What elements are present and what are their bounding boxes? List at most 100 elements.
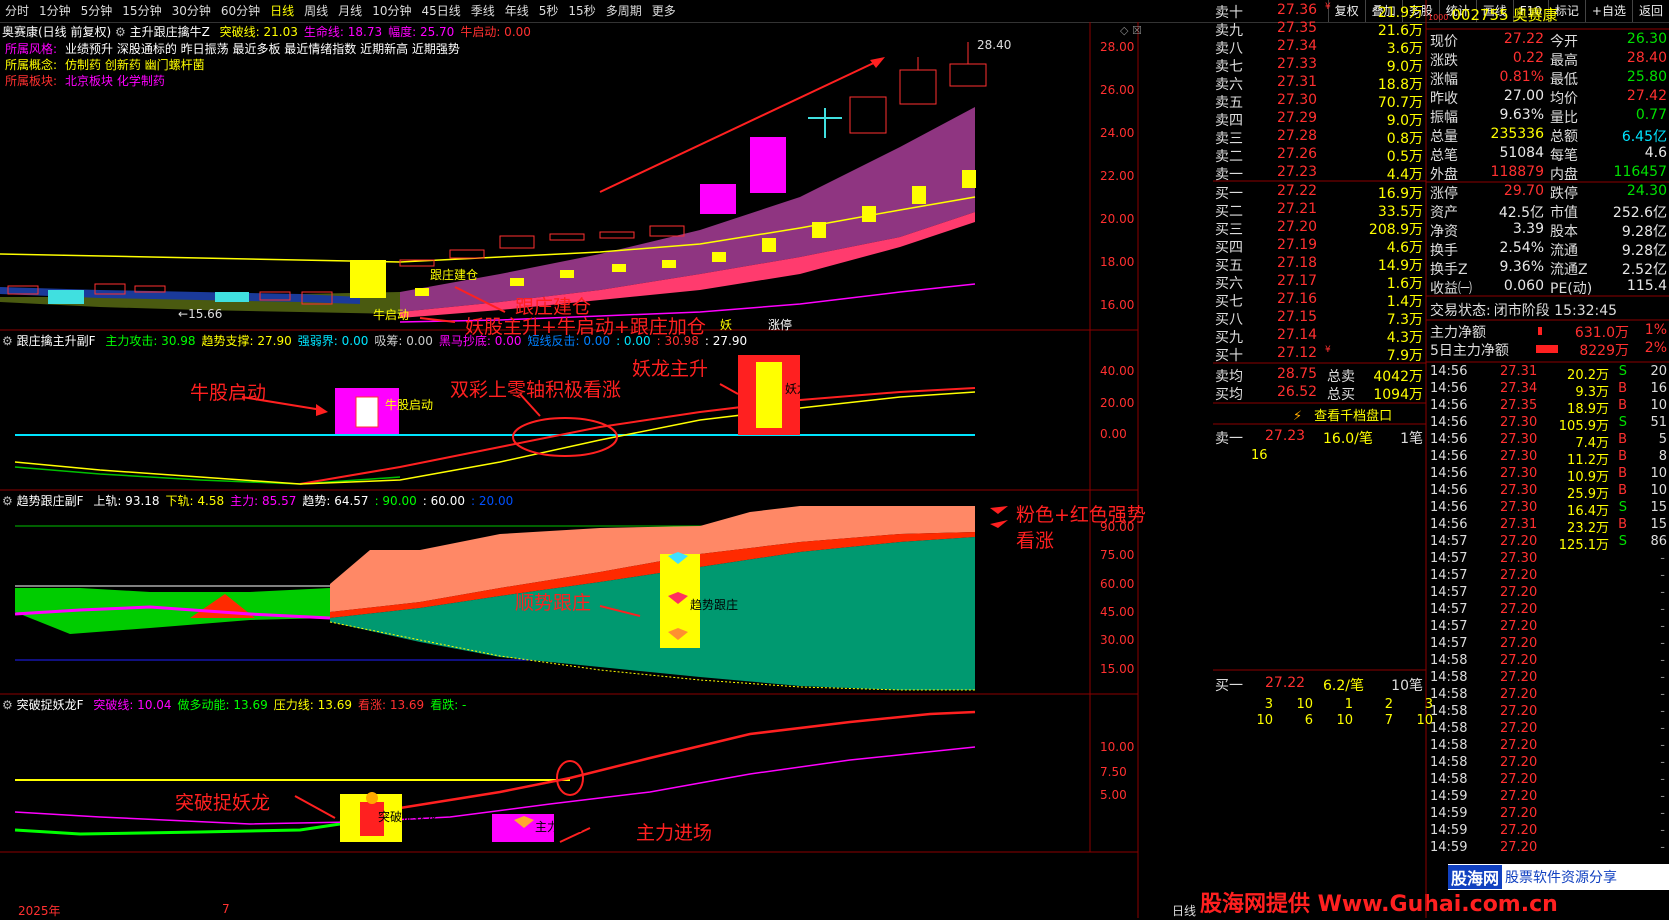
tick-row[interactable]: 14:57 27.20 - <box>1428 636 1669 654</box>
tick-row[interactable]: 14:59 27.20 - <box>1428 840 1669 858</box>
info-label: 所属风格: <box>5 42 58 56</box>
tick-row[interactable]: 14:57 27.20 - <box>1428 585 1669 603</box>
ob-price: 27.26 <box>1277 146 1318 162</box>
tick-row[interactable]: 14:56 27.30 25.9万 B 10 <box>1428 483 1669 502</box>
chart-area[interactable]: 奥赛康(日线 前复权) ⚙ 主升跟庄擒牛Z 突破线: 21.03 生命线: 18.… <box>0 22 1558 919</box>
annotation-pink2: 看涨 <box>1016 530 1055 552</box>
gear-icon[interactable]: ⚙ <box>115 25 126 39</box>
annotation-follow: 顺势跟庄 <box>515 592 592 614</box>
quote-value: 25.80 <box>1626 69 1667 85</box>
quote-header: 1000 002755 奥赛康 <box>1428 4 1669 25</box>
period-14[interactable]: 15秒 <box>563 0 600 22</box>
orderbook-row[interactable]: 卖十 27.36 ¥21.9万 <box>1213 2 1425 21</box>
period-13[interactable]: 5秒 <box>534 0 564 22</box>
orderbook-row[interactable]: 买二 27.21 33.5万 <box>1213 201 1425 220</box>
orderbook-row[interactable]: 买五 27.18 14.9万 <box>1213 255 1425 274</box>
period-5[interactable]: 60分钟 <box>216 0 265 22</box>
tick-row[interactable]: 14:57 27.20 - <box>1428 602 1669 620</box>
period-2[interactable]: 5分钟 <box>76 0 118 22</box>
tick-row[interactable]: 14:57 27.20 - <box>1428 619 1669 637</box>
tick-row[interactable]: 14:56 27.30 16.4万 S 15 <box>1428 500 1669 519</box>
tick-row[interactable]: 14:58 27.20 - <box>1428 721 1669 739</box>
gear-icon[interactable]: ⚙ <box>2 334 13 348</box>
ob-label: 卖四 <box>1215 113 1243 129</box>
qiandang-link[interactable]: ⚡ 查看千档盘口 <box>1293 405 1392 424</box>
orderbook-row[interactable]: 买三 27.20 208.9万 <box>1213 219 1425 238</box>
tick-row[interactable]: 14:57 27.20 125.1万 S 86 <box>1428 534 1669 553</box>
period-3[interactable]: 15分钟 <box>117 0 166 22</box>
orderbook-row[interactable]: 卖四 27.29 9.0万 <box>1213 110 1425 129</box>
ob-vol: 14.9万 <box>1377 258 1423 274</box>
orderbook-row[interactable]: 买六 27.17 1.6万 <box>1213 273 1425 292</box>
sub3-indicator-name[interactable]: 突破捉妖龙F <box>17 698 84 712</box>
sub1-indicator-name[interactable]: 跟庄擒主升副F <box>17 334 96 348</box>
tick-side: S <box>1618 534 1627 549</box>
orderbook-row[interactable]: 买一 27.22 16.9万 <box>1213 183 1425 202</box>
tick-row[interactable]: 14:58 27.20 - <box>1428 653 1669 671</box>
gear-icon[interactable]: ⚙ <box>2 494 13 508</box>
gear-icon[interactable]: ⚙ <box>2 698 13 712</box>
period-15[interactable]: 多周期 <box>601 0 647 22</box>
period-6[interactable]: 日线 <box>265 0 299 22</box>
sub2-indicator-name[interactable]: 趋势跟庄副F <box>17 494 84 508</box>
orderbook-row[interactable]: 卖二 27.26 0.5万 <box>1213 146 1425 165</box>
orderbook-row[interactable]: 卖八 27.34 3.6万 <box>1213 38 1425 57</box>
tick-dash: - <box>1660 670 1665 685</box>
period-7[interactable]: 周线 <box>299 0 333 22</box>
period-8[interactable]: 月线 <box>333 0 367 22</box>
tick-row[interactable]: 14:58 27.20 - <box>1428 704 1669 722</box>
tick-price: 27.30 <box>1500 500 1538 515</box>
tick-row[interactable]: 14:59 27.20 - <box>1428 789 1669 807</box>
main-indicator-name[interactable]: 主升跟庄擒牛Z <box>130 25 210 39</box>
period-9[interactable]: 10分钟 <box>367 0 416 22</box>
orderbook-row[interactable]: 卖七 27.33 9.0万 <box>1213 56 1425 75</box>
tick-row[interactable]: 14:59 27.20 - <box>1428 806 1669 824</box>
sub3-bar-main: 主力进场 <box>535 820 584 834</box>
tick-row[interactable]: 14:58 27.20 - <box>1428 687 1669 705</box>
tick-row[interactable]: 14:56 27.31 23.2万 B 15 <box>1428 517 1669 536</box>
orderbook-row[interactable]: 卖五 27.30 70.7万 <box>1213 92 1425 111</box>
orderbook-row[interactable]: 买八 27.15 7.3万 <box>1213 309 1425 328</box>
period-1[interactable]: 1分钟 <box>34 0 76 22</box>
quote-value: 24.30 <box>1626 183 1667 199</box>
period-12[interactable]: 年线 <box>500 0 534 22</box>
period-indicator[interactable]: 日线 <box>1172 902 1196 919</box>
period-16[interactable]: 更多 <box>647 0 681 22</box>
diamond-icon[interactable]: ◇ ☒ <box>1120 24 1142 37</box>
period-10[interactable]: 45日线 <box>416 0 465 22</box>
buy1-detail-cell: 6 <box>1304 713 1313 728</box>
tick-row[interactable]: 14:58 27.20 - <box>1428 755 1669 773</box>
orderbook-row[interactable]: 卖一 27.23 4.4万 <box>1213 164 1425 183</box>
tick-row[interactable]: 14:59 27.20 - <box>1428 823 1669 841</box>
param-2: 主力: 85.57 <box>230 494 297 508</box>
tick-row[interactable]: 14:56 27.30 11.2万 B 8 <box>1428 449 1669 468</box>
tick-row[interactable]: 14:56 27.30 105.9万 S 51 <box>1428 415 1669 434</box>
orderbook-row[interactable]: 卖六 27.31 18.8万 <box>1213 74 1425 93</box>
tick-row[interactable]: 14:56 27.30 10.9万 B 10 <box>1428 466 1669 485</box>
orderbook-row[interactable]: 卖三 27.28 0.8万 <box>1213 128 1425 147</box>
info-value: 北京板块 化学制药 <box>65 74 165 88</box>
tick-row[interactable]: 14:58 27.20 - <box>1428 772 1669 790</box>
tick-time: 14:56 <box>1430 517 1468 532</box>
net-pct: 1% <box>1644 322 1667 338</box>
tick-row[interactable]: 14:56 27.30 7.4万 B 5 <box>1428 432 1669 451</box>
tick-row[interactable]: 14:58 27.20 - <box>1428 738 1669 756</box>
orderbook-row[interactable]: 买九 27.14 4.3万 <box>1213 327 1425 346</box>
quote-row: 涨幅 0.81% 最低 25.80 <box>1428 69 1669 88</box>
tick-row[interactable]: 14:57 27.20 - <box>1428 568 1669 586</box>
tick-row[interactable]: 14:58 27.20 - <box>1428 670 1669 688</box>
orderbook-row[interactable]: 卖九 27.35 21.6万 <box>1213 20 1425 39</box>
tick-row[interactable]: 14:56 27.35 18.9万 B 10 <box>1428 398 1669 417</box>
period-4[interactable]: 30分钟 <box>167 0 216 22</box>
orderbook-row[interactable]: 买十 27.12 ¥7.9万 <box>1213 345 1425 364</box>
tick-row[interactable]: 14:56 27.31 20.2万 S 20 <box>1428 364 1669 383</box>
tick-row[interactable]: 14:56 27.34 9.3万 B 16 <box>1428 381 1669 400</box>
tick-row[interactable]: 14:57 27.30 - <box>1428 551 1669 569</box>
orderbook-row[interactable]: 买七 27.16 1.4万 <box>1213 291 1425 310</box>
period-0[interactable]: 分时 <box>0 0 34 22</box>
ob-price: 27.12 <box>1277 345 1318 361</box>
orderbook-row[interactable]: 买四 27.19 4.6万 <box>1213 237 1425 256</box>
tick-dash: - <box>1660 772 1665 787</box>
period-11[interactable]: 季线 <box>466 0 500 22</box>
buy1-detail-cell: 10 <box>1336 713 1353 728</box>
